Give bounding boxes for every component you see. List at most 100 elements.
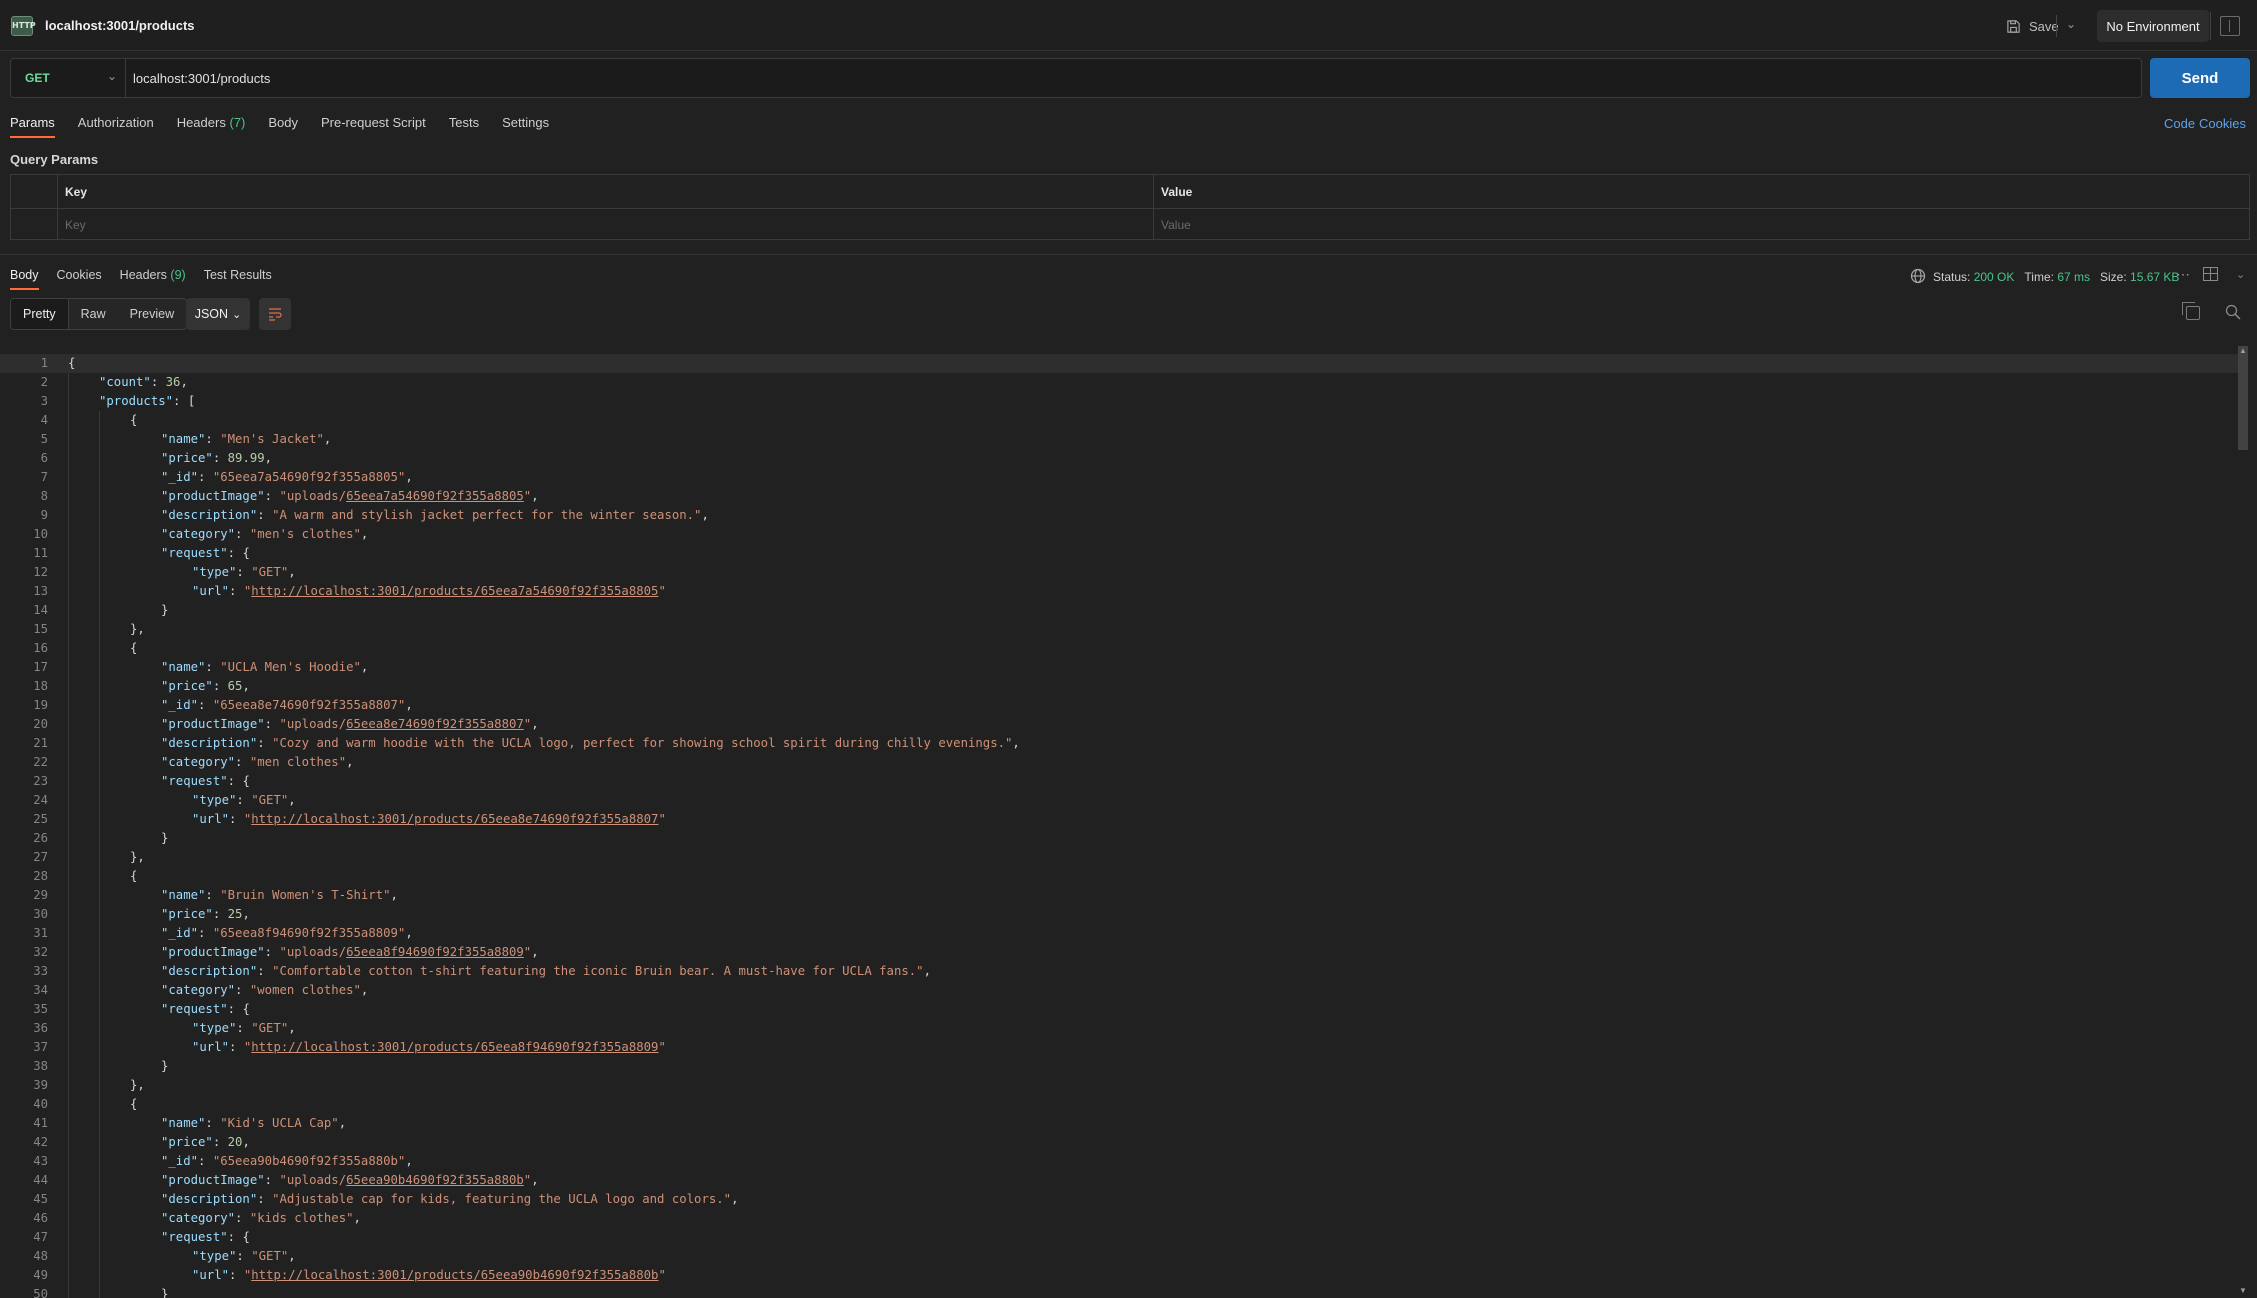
request-title[interactable]: localhost:3001/products — [45, 18, 195, 33]
json-punctuation: : — [236, 565, 252, 579]
json-link[interactable]: http://localhost:3001/products/65eea7a54… — [251, 584, 658, 598]
json-key: "price" — [161, 451, 213, 465]
divider — [57, 175, 58, 239]
json-link[interactable]: 65eea8f94690f92f355a8809 — [346, 945, 524, 959]
json-link[interactable]: http://localhost:3001/products/65eea90b4… — [251, 1268, 658, 1282]
time-value: 67 ms — [2057, 270, 2090, 284]
format-selector[interactable]: JSON ⌄ — [186, 298, 250, 330]
json-link[interactable]: 65eea7a54690f92f355a8805 — [346, 489, 524, 503]
chevron-down-icon[interactable]: ⌄ — [2066, 17, 2076, 31]
code-line: 6 "price": 89.99, — [0, 449, 2240, 468]
save-button[interactable]: Save — [2000, 14, 2065, 38]
status-label: Status: — [1933, 270, 1971, 284]
scroll-down-icon[interactable]: ▼ — [2239, 1286, 2247, 1295]
tab-params[interactable]: Params — [10, 115, 55, 138]
json-key: "request" — [161, 546, 228, 560]
json-punctuation: , — [288, 1021, 296, 1035]
globe-icon[interactable] — [1910, 268, 1926, 284]
tab-response-body[interactable]: Body — [10, 268, 39, 290]
line-number: 28 — [33, 869, 48, 883]
size[interactable]: Size: 15.67 KB — [2100, 270, 2179, 284]
json-link[interactable]: 65eea8e74690f92f355a8807 — [346, 717, 524, 731]
json-link[interactable]: 65eea90b4690f92f355a880b — [346, 1173, 524, 1187]
tab-label: Test Results — [203, 268, 272, 282]
json-punctuation: , — [531, 489, 539, 503]
line-number: 1 — [40, 356, 48, 370]
json-punctuation: : — [212, 907, 228, 921]
json-key: "products" — [99, 394, 174, 408]
indent-guide — [99, 411, 100, 1298]
json-string: "women clothes" — [249, 983, 361, 997]
json-punctuation: : — [236, 1249, 252, 1263]
param-value-input[interactable]: Value — [1161, 218, 1191, 232]
method-selector[interactable]: GET — [25, 71, 50, 85]
json-key: "url" — [192, 584, 230, 598]
tab-response-cookies[interactable]: Cookies — [57, 268, 102, 290]
query-params-table: Key Value Key Value — [10, 174, 2250, 240]
json-link[interactable]: http://localhost:3001/products/65eea8e74… — [251, 812, 658, 826]
editor-scrollbar[interactable] — [2238, 346, 2248, 1298]
tab-response-headers[interactable]: Headers (9) — [120, 268, 186, 290]
copy-icon[interactable] — [2182, 302, 2200, 320]
response-meta: Status: 200 OK Time: 67 ms Size: 15.67 K… — [1933, 270, 2179, 284]
json-punctuation: : — [198, 698, 213, 712]
tab-tests[interactable]: Tests — [449, 115, 479, 138]
tab-settings[interactable]: Settings — [502, 115, 549, 138]
json-key: "_id" — [161, 926, 199, 940]
raw-button[interactable]: Raw — [68, 299, 118, 329]
line-number: 23 — [33, 774, 48, 788]
code-line: 1{ — [0, 354, 2240, 373]
code-link[interactable]: Code — [2164, 116, 2195, 131]
time[interactable]: Time: 67 ms — [2024, 270, 2090, 284]
json-string: " — [658, 1040, 666, 1054]
send-button[interactable]: Send — [2150, 58, 2250, 98]
more-icon[interactable]: ⋯ — [2176, 266, 2190, 283]
json-key: "url" — [192, 1040, 230, 1054]
code-line: 36 "type": "GET", — [0, 1019, 2240, 1038]
environment-selector[interactable]: No Environment — [2097, 10, 2209, 42]
json-punctuation: } — [161, 831, 169, 845]
preview-button[interactable]: Preview — [117, 299, 187, 329]
json-punctuation: , — [701, 508, 709, 522]
tab-label: Pre-request Script — [320, 115, 426, 130]
chevron-down-icon[interactable]: ⌄ — [2236, 268, 2245, 281]
json-string: "men clothes" — [249, 755, 347, 769]
search-icon[interactable] — [2225, 304, 2241, 320]
code-line: 26} — [0, 829, 2240, 848]
request-tabs: Params Authorization Headers (7) Body Pr… — [10, 115, 572, 138]
layout-icon[interactable] — [2203, 267, 2218, 281]
json-punctuation: : [ — [173, 394, 196, 408]
param-key-input[interactable]: Key — [65, 218, 86, 232]
environment-quick-look-icon[interactable] — [2220, 16, 2240, 36]
json-link[interactable]: http://localhost:3001/products/65eea8f94… — [251, 1040, 658, 1054]
line-number: 13 — [33, 584, 48, 598]
json-key: "type" — [192, 1249, 237, 1263]
cookies-link[interactable]: Cookies — [2199, 116, 2246, 131]
line-number: 40 — [33, 1097, 48, 1111]
response-body-editor[interactable]: 1{2 "count": 36, 3 "products": [4{5 "name": … — [0, 346, 2250, 1298]
tab-test-results[interactable]: Test Results — [204, 268, 272, 290]
tab-body[interactable]: Body — [268, 115, 298, 138]
scroll-up-icon[interactable]: ▲ — [2239, 346, 2247, 355]
tab-label: Settings — [502, 115, 550, 130]
tab-headers[interactable]: Headers (7) — [177, 115, 246, 138]
json-punctuation: : — [229, 1040, 244, 1054]
json-string: "uploads/ — [279, 717, 347, 731]
code-text: } — [161, 829, 168, 848]
scrollbar-thumb[interactable] — [2238, 346, 2248, 450]
line-number: 44 — [33, 1173, 48, 1187]
tab-label: Headers — [119, 268, 167, 282]
tab-pre-request-script[interactable]: Pre-request Script — [321, 115, 426, 138]
chevron-down-icon[interactable]: ⌄ — [107, 69, 117, 83]
code-line: 24 "type": "GET", — [0, 791, 2240, 810]
code-line: 8 "productImage": "uploads/65eea7a54690f9… — [0, 487, 2240, 506]
tab-authorization[interactable]: Authorization — [78, 115, 154, 138]
line-number: 36 — [33, 1021, 48, 1035]
json-key: "count" — [99, 375, 151, 389]
status[interactable]: Status: 200 OK — [1933, 270, 2014, 284]
json-punctuation: : — [235, 527, 250, 541]
code-line: 50} — [0, 1285, 2240, 1298]
url-input[interactable] — [133, 62, 2123, 94]
pretty-button[interactable]: Pretty — [11, 299, 69, 329]
word-wrap-button[interactable] — [259, 298, 291, 330]
